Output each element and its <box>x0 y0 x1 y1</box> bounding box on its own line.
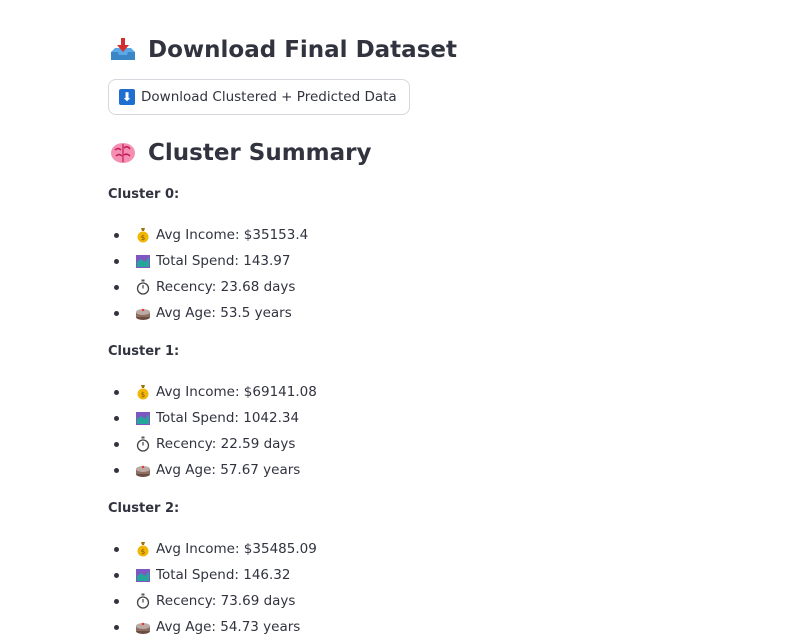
avg-income-text: Avg Income: $69141.08 <box>156 384 317 400</box>
list-item: Avg Age: 53.5 years <box>108 300 308 326</box>
bullet <box>114 389 119 395</box>
shopping-chart-icon <box>135 253 151 269</box>
list-item: Avg Age: 54.73 years <box>108 614 317 640</box>
svg-text:$: $ <box>141 548 145 556</box>
list-item: Recency: 73.69 days <box>108 588 317 614</box>
cluster-heading: Cluster 2: <box>108 501 180 516</box>
recency-text: Recency: 23.68 days <box>156 279 296 295</box>
list-item: Recency: 23.68 days <box>108 274 308 300</box>
bullet <box>114 598 119 604</box>
list-item: Total Spend: 1042.34 <box>108 405 317 431</box>
total-spend-text: Total Spend: 146.32 <box>156 567 291 583</box>
bullet <box>114 310 119 316</box>
bullet <box>114 232 119 238</box>
shopping-chart-icon <box>135 410 151 426</box>
cluster-heading: Cluster 1: <box>108 344 180 359</box>
bullet <box>114 546 119 552</box>
total-spend-text: Total Spend: 143.97 <box>156 253 291 269</box>
stopwatch-icon <box>135 593 151 609</box>
avg-income-text: Avg Income: $35485.09 <box>156 541 317 557</box>
cluster-stats-list: $ Avg Income: $35153.4 Total Spend: 143.… <box>108 222 308 326</box>
stopwatch-icon <box>135 436 151 452</box>
summary-title-text: Cluster Summary <box>148 140 372 166</box>
cake-icon <box>135 619 151 635</box>
cluster-stats-list: $ Avg Income: $35485.09 Total Spend: 146… <box>108 536 317 640</box>
list-item: Avg Age: 57.67 years <box>108 457 317 483</box>
bullet <box>114 415 119 421</box>
svg-text:$: $ <box>141 234 145 242</box>
download-button-label: Download Clustered + Predicted Data <box>141 89 397 105</box>
list-item: Total Spend: 143.97 <box>108 248 308 274</box>
stopwatch-icon <box>135 279 151 295</box>
download-title-text: Download Final Dataset <box>148 37 457 63</box>
download-data-button[interactable]: ⬇ Download Clustered + Predicted Data <box>108 79 410 115</box>
shopping-chart-icon <box>135 567 151 583</box>
down-arrow-icon: ⬇ <box>119 89 135 105</box>
avg-age-text: Avg Age: 53.5 years <box>156 305 292 321</box>
cake-icon <box>135 462 151 478</box>
list-item: $ Avg Income: $35485.09 <box>108 536 317 562</box>
bullet <box>114 624 119 630</box>
summary-section-title: Cluster Summary <box>108 133 372 173</box>
bullet <box>114 467 119 473</box>
cluster-heading: Cluster 0: <box>108 187 180 202</box>
list-item: $ Avg Income: $35153.4 <box>108 222 308 248</box>
brain-icon <box>108 138 138 168</box>
bullet <box>114 572 119 578</box>
svg-text:$: $ <box>141 391 145 399</box>
list-item: $ Avg Income: $69141.08 <box>108 379 317 405</box>
list-item: Total Spend: 146.32 <box>108 562 317 588</box>
recency-text: Recency: 22.59 days <box>156 436 296 452</box>
money-bag-icon: $ <box>135 227 151 243</box>
download-section-title: Download Final Dataset <box>108 30 457 70</box>
avg-age-text: Avg Age: 54.73 years <box>156 619 301 635</box>
bullet <box>114 258 119 264</box>
avg-age-text: Avg Age: 57.67 years <box>156 462 301 478</box>
bullet <box>114 284 119 290</box>
cluster-stats-list: $ Avg Income: $69141.08 Total Spend: 104… <box>108 379 317 483</box>
list-item: Recency: 22.59 days <box>108 431 317 457</box>
money-bag-icon: $ <box>135 541 151 557</box>
bullet <box>114 441 119 447</box>
recency-text: Recency: 73.69 days <box>156 593 296 609</box>
money-bag-icon: $ <box>135 384 151 400</box>
inbox-tray-icon <box>108 35 138 65</box>
avg-income-text: Avg Income: $35153.4 <box>156 227 309 243</box>
total-spend-text: Total Spend: 1042.34 <box>156 410 300 426</box>
cake-icon <box>135 305 151 321</box>
